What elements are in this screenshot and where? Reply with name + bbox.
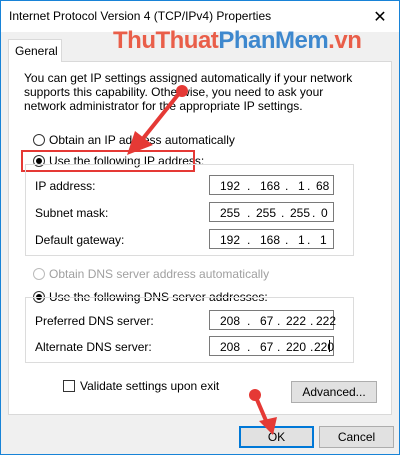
red-arrow-pointer-icon bbox=[249, 389, 277, 435]
description-text: You can get IP settings assigned automat… bbox=[24, 71, 353, 113]
ip-address-field[interactable]: 192 . 168 . 1 . 68 bbox=[209, 175, 334, 195]
advanced-button[interactable]: Advanced... bbox=[291, 381, 377, 403]
subnet-mask-field[interactable]: 255 . 255 . 255 . 0 bbox=[209, 202, 334, 222]
watermark-logo: ThuThuatPhanMem.vn bbox=[113, 27, 362, 54]
window-title: Internet Protocol Version 4 (TCP/IPv4) P… bbox=[9, 9, 272, 23]
alternate-dns-field[interactable]: 208 . 67 . 220 . 220 bbox=[209, 336, 334, 356]
red-arrow-pointer-icon bbox=[127, 85, 188, 155]
obtain-ip-auto-radio[interactable] bbox=[33, 134, 45, 146]
default-gateway-field[interactable]: 192 . 168 . 1 . 1 bbox=[209, 229, 334, 249]
close-icon[interactable]: ✕ bbox=[361, 1, 399, 32]
ip-address-label: IP address: bbox=[35, 179, 96, 193]
cancel-button[interactable]: Cancel bbox=[319, 426, 394, 448]
tab-general-label: General bbox=[15, 44, 58, 58]
validate-checkbox[interactable] bbox=[63, 380, 75, 392]
tab-general[interactable]: General bbox=[8, 39, 62, 62]
obtain-dns-auto-radio[interactable] bbox=[33, 268, 45, 280]
ipv4-properties-dialog: Internet Protocol Version 4 (TCP/IPv4) P… bbox=[0, 0, 400, 455]
preferred-dns-label: Preferred DNS server: bbox=[35, 314, 154, 328]
preferred-dns-field[interactable]: 208 . 67 . 222 . 222 bbox=[209, 310, 336, 330]
text-caret bbox=[329, 340, 330, 352]
validate-label: Validate settings upon exit bbox=[80, 379, 220, 393]
default-gateway-label: Default gateway: bbox=[35, 233, 125, 247]
alternate-dns-label: Alternate DNS server: bbox=[35, 340, 152, 354]
obtain-dns-auto-label: Obtain DNS server address automatically bbox=[49, 267, 270, 281]
subnet-mask-label: Subnet mask: bbox=[35, 206, 109, 220]
